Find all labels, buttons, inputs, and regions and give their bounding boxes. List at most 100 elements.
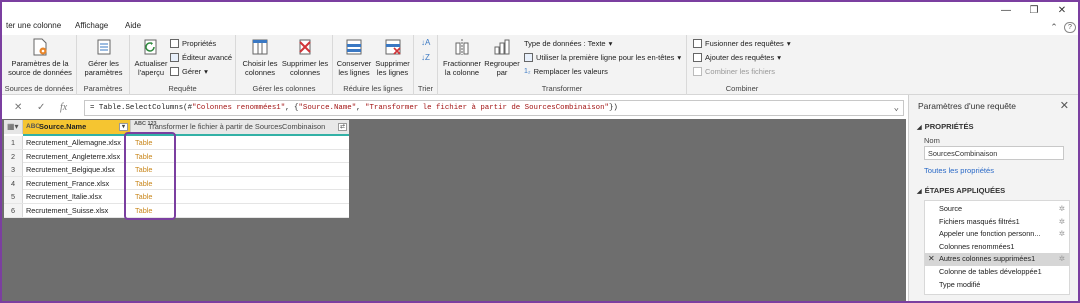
applied-step[interactable]: Colonne de tables développée1 <box>925 266 1069 279</box>
merge-queries-button[interactable]: Fusionner des requêtes ▾ <box>693 39 791 48</box>
cell-source-name[interactable]: Recrutement_Suisse.xlsx <box>26 204 108 217</box>
menu-bar: ter une colonne Affichage Aide — ❐ ✕ ⌃ ? <box>2 2 1078 35</box>
data-type-dropdown[interactable]: Type de données : Texte ▾ <box>524 39 612 48</box>
advanced-editor-button[interactable]: Éditeur avancé <box>170 53 232 62</box>
table-row[interactable]: 2 Recrutement_Angleterre.xlsx Table <box>4 149 349 164</box>
restore-button[interactable]: ❐ <box>1026 5 1042 16</box>
refresh-preview-button[interactable]: Actualiser l'aperçu <box>132 37 170 77</box>
cell-source-name[interactable]: Recrutement_France.xlsx <box>26 177 109 190</box>
applied-steps-section-title[interactable]: ◢ ÉTAPES APPLIQUÉES <box>917 186 1005 195</box>
row-number[interactable]: 3 <box>4 163 23 177</box>
table-row[interactable]: 6 Recrutement_Suisse.xlsx Table <box>4 204 349 218</box>
remove-columns-button[interactable]: Supprimer les colonnes <box>280 37 330 77</box>
applied-step[interactable]: Appeler une fonction personn... ✲ <box>925 228 1069 241</box>
minimize-button[interactable]: — <box>998 5 1014 16</box>
remove-rows-button[interactable]: Supprimer les lignes <box>373 37 412 77</box>
advanced-editor-icon <box>170 53 179 62</box>
group-combine: Fusionner des requêtes ▾ Ajouter des requ… <box>687 35 797 95</box>
replace-values-icon: 1₂ <box>524 68 531 75</box>
cell-source-name[interactable]: Recrutement_Angleterre.xlsx <box>26 150 120 163</box>
group-by-icon <box>494 39 510 55</box>
expand-column-icon[interactable]: ⇄ <box>338 123 347 131</box>
collapse-icon: ◢ <box>917 189 922 195</box>
keep-rows-button[interactable]: Conserver les lignes <box>335 37 373 77</box>
gear-icon[interactable]: ✲ <box>1059 253 1065 266</box>
gear-icon[interactable]: ✲ <box>1059 203 1065 216</box>
app-window: ter une colonne Affichage Aide — ❐ ✕ ⌃ ?… <box>0 0 1080 303</box>
gear-icon[interactable]: ✲ <box>1059 228 1065 241</box>
data-source-settings-button[interactable]: Paramètres de la source de données <box>6 37 74 77</box>
collapse-ribbon-icon[interactable]: ⌃ <box>1048 22 1060 33</box>
collapse-icon: ◢ <box>917 125 922 131</box>
group-label-reduce-rows: Réduire les lignes <box>343 84 403 93</box>
any-type-icon: ABC 123 <box>134 121 157 127</box>
cell-source-name[interactable]: Recrutement_Italie.xlsx <box>26 190 102 203</box>
fx-icon[interactable]: fx <box>60 102 67 113</box>
data-preview-area: ▦▾ ABC Source.Name ▾ ABC 123 Transformer… <box>2 119 906 301</box>
row-number[interactable]: 4 <box>4 176 23 190</box>
help-icon[interactable]: ? <box>1064 22 1076 33</box>
column-filter-icon[interactable]: ▾ <box>119 123 128 131</box>
table-row[interactable]: 3 Recrutement_Belgique.xlsx Table <box>4 163 349 177</box>
applied-step[interactable]: Type modifié <box>925 279 1069 292</box>
close-window-button[interactable]: ✕ <box>1054 5 1070 16</box>
tab-help[interactable]: Aide <box>125 21 141 30</box>
applied-step[interactable]: Fichiers masqués filtrés1 ✲ <box>925 216 1069 229</box>
applied-step[interactable]: ✕ Autres colonnes supprimées1 ✲ <box>925 253 1069 266</box>
manage-parameters-button[interactable]: Gérer les paramètres <box>80 37 127 77</box>
query-name-input[interactable] <box>924 146 1064 160</box>
group-manage-columns: Choisir les colonnes Supprimer les colon… <box>236 35 333 95</box>
data-source-settings-icon <box>33 38 47 56</box>
table-row[interactable]: 1 Recrutement_Allemagne.xlsx Table <box>4 136 349 150</box>
all-properties-link[interactable]: Toutes les propriétés <box>924 166 994 175</box>
formula-input[interactable]: = Table.SelectColumns(#"Colonnes renommé… <box>84 100 904 116</box>
row-number[interactable]: 6 <box>4 204 23 217</box>
combine-files-button[interactable]: Combiner les fichiers <box>693 67 775 76</box>
refresh-icon <box>144 39 157 55</box>
append-queries-button[interactable]: Ajouter des requêtes ▾ <box>693 53 781 62</box>
applied-step[interactable]: Colonnes renommées1 <box>925 241 1069 254</box>
sort-ascending-icon: ↓A <box>421 38 431 47</box>
group-data-sources: Paramètres de la source de données Sourc… <box>2 35 77 95</box>
gear-icon[interactable]: ✲ <box>1059 216 1065 229</box>
group-label-params: Paramètres <box>83 84 123 93</box>
split-column-button[interactable]: Fractionner la colonne <box>441 37 483 77</box>
sort-ascending-button[interactable]: ↓A <box>421 38 430 47</box>
confirm-formula-icon[interactable]: ✓ <box>37 102 45 113</box>
combine-files-icon <box>693 67 702 76</box>
cancel-formula-icon[interactable]: ✕ <box>14 102 22 113</box>
headers-icon <box>524 53 533 62</box>
properties-icon <box>170 39 179 48</box>
properties-section-title[interactable]: ◢ PROPRIÉTÉS <box>917 122 974 131</box>
applied-step[interactable]: Source ✲ <box>925 203 1069 216</box>
close-icon[interactable]: ✕ <box>1060 99 1069 112</box>
cell-source-name[interactable]: Recrutement_Belgique.xlsx <box>26 163 115 176</box>
sort-descending-button[interactable]: ↓Z <box>421 53 430 62</box>
choose-columns-button[interactable]: Choisir les colonnes <box>240 37 280 77</box>
table-row[interactable]: 5 Recrutement_Italie.xlsx Table <box>4 190 349 204</box>
manage-query-button[interactable]: Gérer ▾ <box>170 67 208 76</box>
expand-formula-icon[interactable]: ⌄ <box>894 101 899 115</box>
column-header-source-name[interactable]: ABC Source.Name ▾ <box>23 120 131 134</box>
row-number[interactable]: 2 <box>4 149 23 163</box>
table-menu-button[interactable]: ▦▾ <box>4 120 23 134</box>
formula-bar: ✕ ✓ fx = Table.SelectColumns(#"Colonnes … <box>2 98 906 118</box>
properties-button[interactable]: Propriétés <box>170 39 216 48</box>
applied-steps-list: Source ✲ Fichiers masqués filtrés1 ✲ Appeler… <box>924 200 1070 295</box>
group-by-button[interactable]: Regrouper par <box>483 37 521 77</box>
delete-step-icon[interactable]: ✕ <box>928 253 935 266</box>
step-label: Autres colonnes supprimées1 <box>939 254 1036 264</box>
name-label: Nom <box>924 136 940 145</box>
remove-rows-icon <box>385 39 401 55</box>
tab-add-column[interactable]: ter une colonne <box>6 21 61 30</box>
row-number[interactable]: 5 <box>4 190 23 204</box>
cell-source-name[interactable]: Recrutement_Allemagne.xlsx <box>26 136 121 149</box>
table-row[interactable]: 4 Recrutement_France.xlsx Table <box>4 176 349 191</box>
replace-values-button[interactable]: 1₂ Remplacer les valeurs <box>524 67 608 76</box>
tab-view[interactable]: Affichage <box>75 21 108 30</box>
group-label-transform: Transformer <box>541 84 583 93</box>
merge-icon <box>693 39 702 48</box>
group-label-manage-cols: Gérer les colonnes <box>252 84 316 93</box>
first-row-headers-button[interactable]: Utiliser la première ligne pour les en-t… <box>524 53 681 62</box>
row-number[interactable]: 1 <box>4 136 23 149</box>
